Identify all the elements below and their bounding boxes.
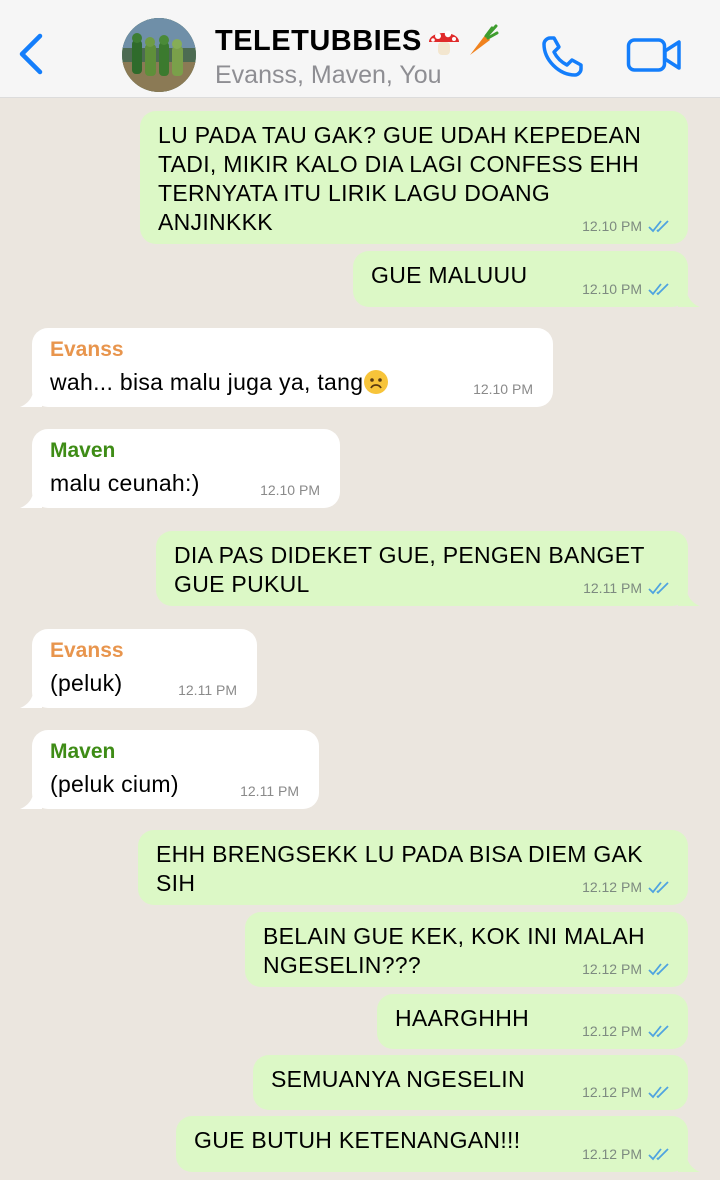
read-receipt-icon xyxy=(648,220,669,233)
message-time: 12.11 PM xyxy=(240,783,299,799)
message-time: 12.10 PM xyxy=(473,381,533,397)
message-time: 12.12 PM xyxy=(582,1023,642,1039)
outgoing-message[interactable]: EHH BRENGSEKK LU PADA BISA DIEM GAK SIH … xyxy=(138,830,688,905)
group-name: TELETUBBIES xyxy=(215,24,422,57)
outgoing-message[interactable]: DIA PAS DIDEKET GUE, PENGEN BANGET GUE P… xyxy=(156,531,700,606)
bubble-tail xyxy=(20,686,42,708)
outgoing-message[interactable]: LU PADA TAU GAK? GUE UDAH KEPEDEAN TADI,… xyxy=(140,111,688,244)
outgoing-message[interactable]: GUE BUTUH KETENANGAN!!! 12.12 PM xyxy=(176,1116,700,1172)
message-time: 12.10 PM xyxy=(260,482,320,498)
back-button[interactable] xyxy=(14,30,50,78)
outgoing-message[interactable]: SEMUANYA NGESELIN 12.12 PM xyxy=(253,1055,688,1110)
carrot-icon xyxy=(469,24,499,55)
outgoing-message[interactable]: BELAIN GUE KEK, KOK INI MALAH NGESELIN??… xyxy=(245,912,688,987)
message-time: 12.12 PM xyxy=(582,1146,642,1162)
sender-name: Maven xyxy=(50,740,116,763)
incoming-message[interactable]: Maven (peluk cium) 12.11 PM xyxy=(20,730,319,809)
read-receipt-icon xyxy=(648,1086,669,1099)
bubble-tail xyxy=(20,787,42,809)
incoming-message[interactable]: Maven malu ceunah:) 12.10 PM xyxy=(20,429,340,508)
chat-header: TELETUBBIES Evanss, Maven, You xyxy=(0,0,720,98)
mushroom-icon xyxy=(428,30,459,55)
voice-call-button[interactable] xyxy=(540,33,586,79)
group-title: TELETUBBIES xyxy=(215,24,500,58)
bubble-tail xyxy=(678,285,700,307)
message-time: 12.10 PM xyxy=(582,281,642,297)
read-receipt-icon xyxy=(648,283,669,296)
outgoing-message[interactable]: HAARGHHH 12.12 PM xyxy=(377,994,688,1049)
group-members: Evanss, Maven, You xyxy=(215,61,442,89)
message-time: 12.10 PM xyxy=(582,218,642,234)
message-time: 12.11 PM xyxy=(583,580,642,596)
incoming-message[interactable]: Evanss wah... bisa malu juga ya, tang 12… xyxy=(20,328,553,407)
bubble-tail xyxy=(678,584,700,606)
frowning-face-icon xyxy=(364,370,389,394)
read-receipt-icon xyxy=(648,881,669,894)
read-receipt-icon xyxy=(648,582,669,595)
sender-name: Evanss xyxy=(50,338,124,361)
read-receipt-icon xyxy=(648,1148,669,1161)
outgoing-message[interactable]: GUE MALUUU 12.10 PM xyxy=(353,251,700,307)
chevron-left-icon xyxy=(19,33,43,75)
message-time: 12.11 PM xyxy=(178,682,237,698)
sender-name: Maven xyxy=(50,439,116,462)
phone-icon xyxy=(542,36,583,77)
message-text: wah... bisa malu juga ya, tang xyxy=(50,369,364,395)
message-time: 12.12 PM xyxy=(582,1084,642,1100)
video-call-button[interactable] xyxy=(626,36,682,74)
video-camera-icon xyxy=(626,38,681,72)
incoming-message[interactable]: Evanss (peluk) 12.11 PM xyxy=(20,629,257,708)
message-list[interactable]: LU PADA TAU GAK? GUE UDAH KEPEDEAN TADI,… xyxy=(0,98,720,1180)
sender-name: Evanss xyxy=(50,639,124,662)
bubble-tail xyxy=(20,486,42,508)
read-receipt-icon xyxy=(648,963,669,976)
message-time: 12.12 PM xyxy=(582,961,642,977)
group-avatar[interactable] xyxy=(122,18,196,92)
chat-title-area[interactable]: TELETUBBIES Evanss, Maven, You xyxy=(215,24,500,90)
bubble-tail xyxy=(678,1150,700,1172)
message-time: 12.12 PM xyxy=(582,879,642,895)
read-receipt-icon xyxy=(648,1025,669,1038)
bubble-tail xyxy=(20,385,42,407)
